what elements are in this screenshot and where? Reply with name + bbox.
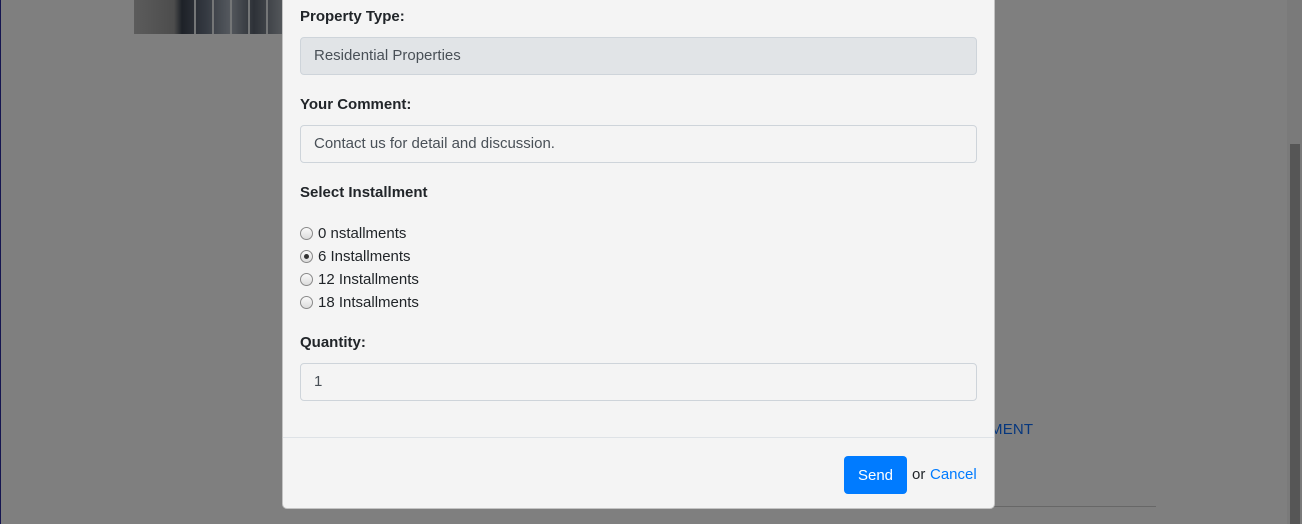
installment-option-6[interactable]: 6 Installments [300, 246, 411, 266]
radio-button[interactable] [300, 295, 313, 309]
installment-option-12[interactable]: 12 Installments [300, 269, 419, 289]
scrollbar-thumb[interactable] [1290, 144, 1300, 524]
page-scrollbar[interactable] [1287, 0, 1302, 524]
or-text: or [912, 466, 926, 483]
radio-button-checked[interactable] [300, 249, 313, 263]
installment-label: Select Installment [300, 184, 428, 201]
installment-option-18[interactable]: 18 Intsallments [300, 292, 419, 312]
cancel-link[interactable]: Cancel [930, 466, 977, 483]
radio-button[interactable] [300, 272, 313, 286]
send-button[interactable]: Send [844, 456, 907, 494]
modal-footer-divider [283, 437, 994, 438]
property-type-label: Property Type: [300, 8, 405, 25]
installment-option-label: 18 Intsallments [318, 293, 419, 311]
comment-label: Your Comment: [300, 96, 412, 113]
installment-option-label: 6 Installments [318, 247, 411, 265]
quantity-field[interactable]: 1 [300, 363, 977, 401]
quantity-label: Quantity: [300, 334, 366, 351]
comment-field[interactable]: Contact us for detail and discussion. [300, 125, 977, 163]
property-type-field[interactable]: Residential Properties [300, 37, 977, 75]
installment-option-0[interactable]: 0 nstallments [300, 223, 406, 243]
installment-option-label: 12 Installments [318, 270, 419, 288]
installment-option-label: 0 nstallments [318, 224, 407, 242]
radio-button[interactable] [300, 226, 313, 240]
order-modal: Property Type: Residential Properties Yo… [282, 0, 995, 509]
